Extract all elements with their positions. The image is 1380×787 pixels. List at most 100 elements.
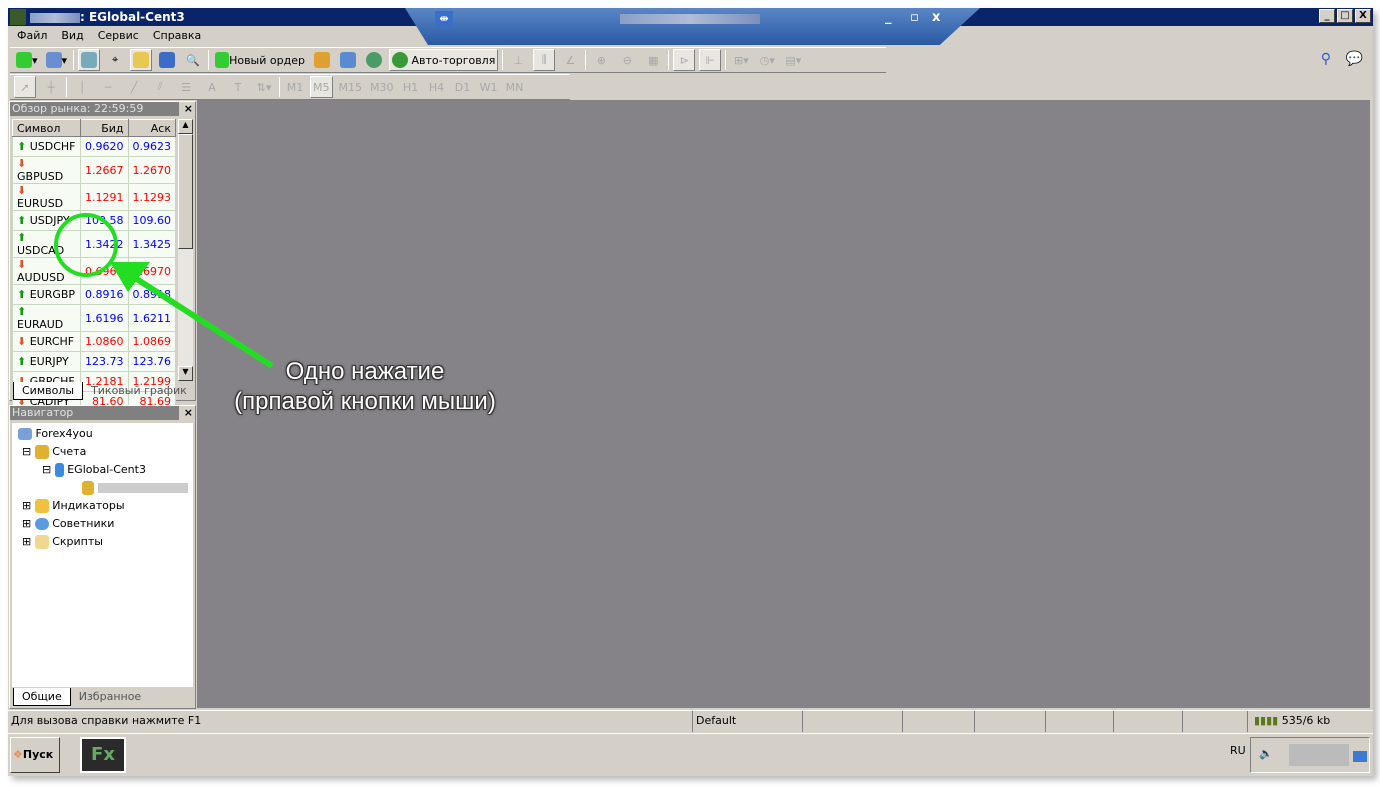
close-icon[interactable]: × xyxy=(184,406,193,420)
new-order-button[interactable]: Новый ордер xyxy=(213,49,307,71)
search-icon[interactable]: ⚲ xyxy=(1321,51,1331,67)
ask-cell[interactable]: 1.3425 xyxy=(127,230,176,258)
market-watch-button[interactable] xyxy=(78,49,101,71)
indicators-button[interactable]: ⊞▾ xyxy=(730,49,752,71)
market-watch-row[interactable]: ⬇ GBPUSD 1.2667 1.2670 xyxy=(12,156,176,184)
tf-m5[interactable]: M5 xyxy=(310,76,333,98)
menu-help[interactable]: Справка xyxy=(146,26,208,44)
symbol-cell[interactable]: ⬇ AUDUSD xyxy=(12,257,81,285)
bid-cell[interactable]: 109.58 xyxy=(79,210,129,231)
ask-cell[interactable]: 109.60 xyxy=(127,210,176,231)
arrows-button[interactable]: ⇅▾ xyxy=(253,76,275,98)
market-watch-row[interactable]: ⬆ EURGBP 0.8916 0.8918 xyxy=(12,284,176,305)
tree-item-accounts[interactable]: ⊟ Счета xyxy=(12,443,193,461)
ask-cell[interactable]: 1.1293 xyxy=(127,183,176,211)
bar-chart-button[interactable]: ⊥ xyxy=(507,49,529,71)
text-button[interactable]: A xyxy=(201,76,223,98)
vertical-line-button[interactable]: │ xyxy=(71,76,93,98)
zoom-in-button[interactable]: ⊕ xyxy=(590,49,612,71)
tab-minimize-icon[interactable]: _ xyxy=(885,10,892,25)
tree-item-forex4you[interactable]: Forex4you xyxy=(12,425,193,443)
speaker-icon[interactable]: 🔈 xyxy=(1259,747,1273,760)
symbol-cell[interactable]: ⬇ EURCHF xyxy=(12,331,81,352)
close-icon[interactable]: × xyxy=(184,102,193,116)
tab-favorites[interactable]: Избранное xyxy=(71,688,149,706)
tab-general[interactable]: Общие xyxy=(13,688,71,706)
autoscroll-button[interactable]: ⊳ xyxy=(673,49,696,71)
horizontal-line-button[interactable]: ─ xyxy=(97,76,119,98)
col-ask[interactable]: Аск xyxy=(127,119,176,137)
market-watch-row[interactable]: ⬆ USDCHF 0.9620 0.9623 xyxy=(12,136,176,157)
templates-button[interactable]: ▤▾ xyxy=(782,49,804,71)
ask-cell[interactable]: 1.6211 xyxy=(127,304,176,332)
bid-cell[interactable]: 0.9620 xyxy=(79,136,129,157)
line-chart-button[interactable]: ∠ xyxy=(559,49,581,71)
menu-file[interactable]: Файл xyxy=(10,26,54,44)
fibo-button[interactable]: ☰ xyxy=(175,76,197,98)
ask-cell[interactable]: 1.2670 xyxy=(127,156,176,184)
tab-restore-icon[interactable]: ▫ xyxy=(910,10,919,25)
tf-m15[interactable]: M15 xyxy=(337,76,365,98)
scroll-up-icon[interactable]: ▲ xyxy=(178,119,193,134)
col-bid[interactable]: Бид xyxy=(79,119,129,137)
bid-cell[interactable]: 1.6196 xyxy=(79,304,129,332)
bid-cell[interactable]: 123.73 xyxy=(79,351,129,372)
metaeditor-button[interactable] xyxy=(311,49,333,71)
col-symbol[interactable]: Символ xyxy=(12,119,81,137)
tf-m1[interactable]: M1 xyxy=(284,76,306,98)
periods-button[interactable]: ◷▾ xyxy=(756,49,778,71)
bid-cell[interactable]: 1.1291 xyxy=(79,183,129,211)
channel-button[interactable]: ⫽ xyxy=(149,76,171,98)
scroll-thumb[interactable] xyxy=(178,134,193,249)
symbol-cell[interactable]: ⬇ EURUSD xyxy=(12,183,81,211)
tf-h4[interactable]: H4 xyxy=(426,76,448,98)
market-watch-row[interactable]: ⬇ EURUSD 1.1291 1.1293 xyxy=(12,183,176,211)
bid-cell[interactable]: 0.6967 xyxy=(79,257,129,285)
symbol-cell[interactable]: ⬇ GBPUSD xyxy=(12,156,81,184)
tab-close-icon[interactable]: x xyxy=(932,10,940,25)
signals-button[interactable] xyxy=(363,49,385,71)
trendline-button[interactable]: ╱ xyxy=(123,76,145,98)
ask-cell[interactable]: 0.6970 xyxy=(127,257,176,285)
language-indicator[interactable]: RU xyxy=(1230,744,1246,757)
symbol-cell[interactable]: ⬆ EURAUD xyxy=(12,304,81,332)
tf-w1[interactable]: W1 xyxy=(478,76,500,98)
symbol-cell[interactable]: ⬆ EURJPY xyxy=(12,351,81,372)
tree-item-eglobal[interactable]: ⊟ EGlobal-Cent3 xyxy=(12,461,193,479)
candles-button[interactable]: ⫼ xyxy=(533,49,556,71)
tester-button[interactable]: 🔍 xyxy=(182,49,204,71)
tab-tick-chart[interactable]: Тиковый график xyxy=(83,382,195,400)
tree-item-account[interactable] xyxy=(12,479,193,497)
bid-cell[interactable]: 1.0860 xyxy=(79,331,129,352)
ask-cell[interactable]: 123.76 xyxy=(127,351,176,372)
navigator-button[interactable] xyxy=(130,49,153,71)
profiles-button[interactable]: ▾ xyxy=(44,49,70,71)
symbol-cell[interactable]: ⬆ EURGBP xyxy=(12,284,81,305)
ask-cell[interactable]: 1.0869 xyxy=(127,331,176,352)
crosshair-button[interactable]: ┼ xyxy=(40,76,62,98)
market-watch-row[interactable]: ⬆ USDJPY 109.58 109.60 xyxy=(12,210,176,231)
market-watch-row[interactable]: ⬆ USDCAD 1.3422 1.3425 xyxy=(12,230,176,258)
symbol-cell[interactable]: ⬆ USDCAD xyxy=(12,230,81,258)
zoom-out-button[interactable]: ⊖ xyxy=(616,49,638,71)
market-watch-row[interactable]: ⬆ EURJPY 123.73 123.76 xyxy=(12,351,176,372)
menu-view[interactable]: Вид xyxy=(54,26,90,44)
symbol-cell[interactable]: ⬆ USDJPY xyxy=(12,210,81,231)
new-chart-button[interactable]: ▾ xyxy=(14,49,40,71)
menu-service[interactable]: Сервис xyxy=(91,26,146,44)
tf-h1[interactable]: H1 xyxy=(400,76,422,98)
ask-cell[interactable]: 0.8918 xyxy=(127,284,176,305)
symbol-cell[interactable]: ⬆ USDCHF xyxy=(12,136,81,157)
cursor-button[interactable]: ➚ xyxy=(14,76,36,98)
market-watch-row[interactable]: ⬆ EURAUD 1.6196 1.6211 xyxy=(12,304,176,332)
tf-d1[interactable]: D1 xyxy=(452,76,474,98)
tab-symbols[interactable]: Символы xyxy=(13,382,84,400)
data-window-button[interactable]: ⌖ xyxy=(104,49,126,71)
terminal-button[interactable] xyxy=(156,49,178,71)
chart-shift-button[interactable]: ⊩ xyxy=(699,49,722,71)
chat-icon[interactable]: 💬 xyxy=(1346,51,1363,67)
start-button[interactable]: ❖Пуск xyxy=(10,737,60,773)
network-icon[interactable] xyxy=(1353,751,1367,762)
market-watch-row[interactable]: ⬇ AUDUSD 0.6967 0.6970 xyxy=(12,257,176,285)
experts-button[interactable] xyxy=(337,49,359,71)
